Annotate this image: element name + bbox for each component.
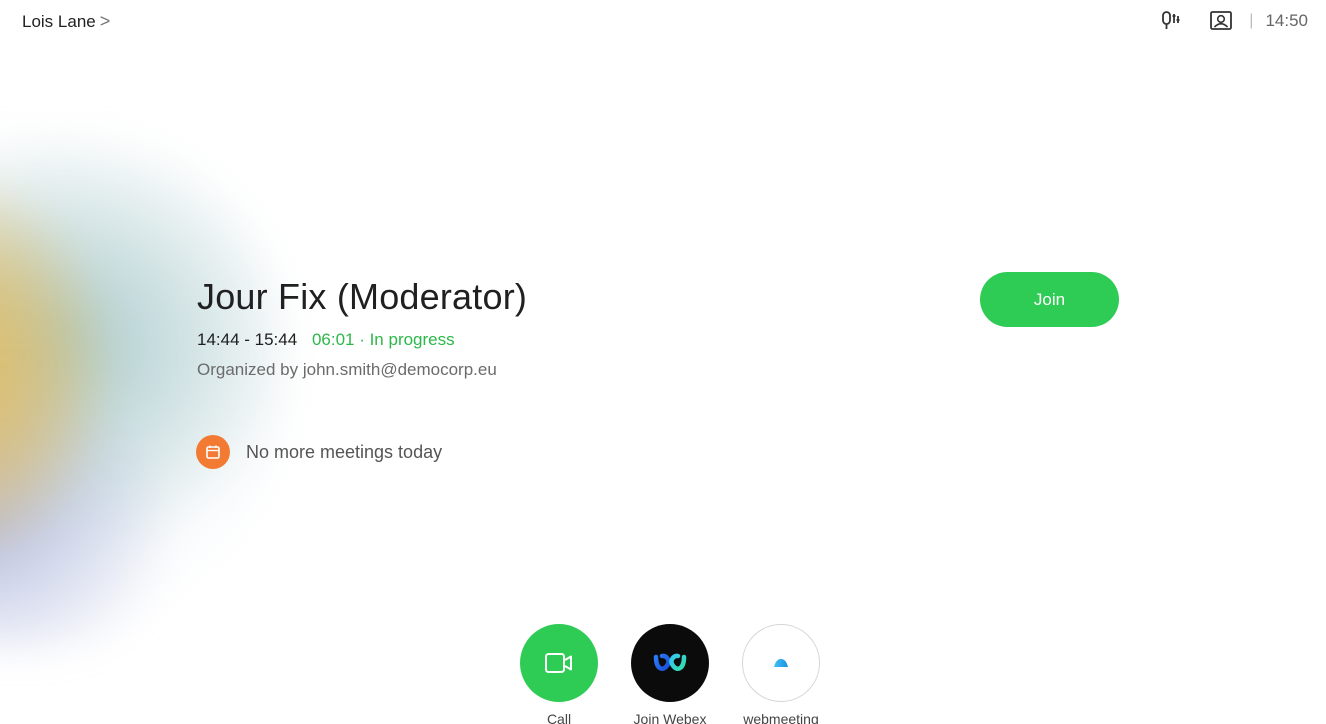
meeting-time-range: 14:44 - 15:44 xyxy=(197,330,298,349)
meeting-card: Jour Fix (Moderator) 14:44 - 15:44 06:01… xyxy=(197,274,527,380)
meeting-time-row: 14:44 - 15:44 06:01 · In progress xyxy=(197,330,527,350)
join-webex-button[interactable]: Join Webex xyxy=(631,624,709,724)
video-camera-icon xyxy=(520,624,598,702)
webmeeting-button[interactable]: webmeeting xyxy=(742,624,820,724)
status-separator: | xyxy=(1249,12,1254,29)
call-button[interactable]: Call xyxy=(520,624,598,724)
agenda-message: No more meetings today xyxy=(246,441,443,462)
home-screen: Lois Lane > | 14:50 Jour Fix (Moderator)… xyxy=(0,0,1326,724)
agenda-status: No more meetings today xyxy=(196,435,442,469)
meeting-organizer: Organized by john.smith@democorp.eu xyxy=(197,360,497,379)
meeting-elapsed-status: 06:01 · In progress xyxy=(311,330,455,349)
webmeeting-logo-icon xyxy=(742,624,820,702)
meeting-title: Jour Fix (Moderator) xyxy=(197,276,528,317)
webmeeting-label: webmeeting xyxy=(743,711,819,724)
join-webex-label: Join Webex xyxy=(633,711,707,724)
status-bar: | 14:50 xyxy=(1159,9,1308,33)
user-name: Lois Lane xyxy=(22,11,96,31)
chevron-right-icon: > xyxy=(99,11,111,31)
calendar-icon xyxy=(196,435,230,469)
bottom-dock: Call Join Webex webmeeting xyxy=(520,624,820,724)
webex-logo-icon xyxy=(631,624,709,702)
self-view-icon[interactable] xyxy=(1209,9,1233,33)
clock: 14:50 xyxy=(1265,11,1308,30)
call-label: Call xyxy=(546,711,572,724)
mic-settings-icon[interactable] xyxy=(1159,9,1183,33)
join-button[interactable]: Join xyxy=(980,272,1119,327)
user-menu[interactable]: Lois Lane > xyxy=(22,11,110,32)
